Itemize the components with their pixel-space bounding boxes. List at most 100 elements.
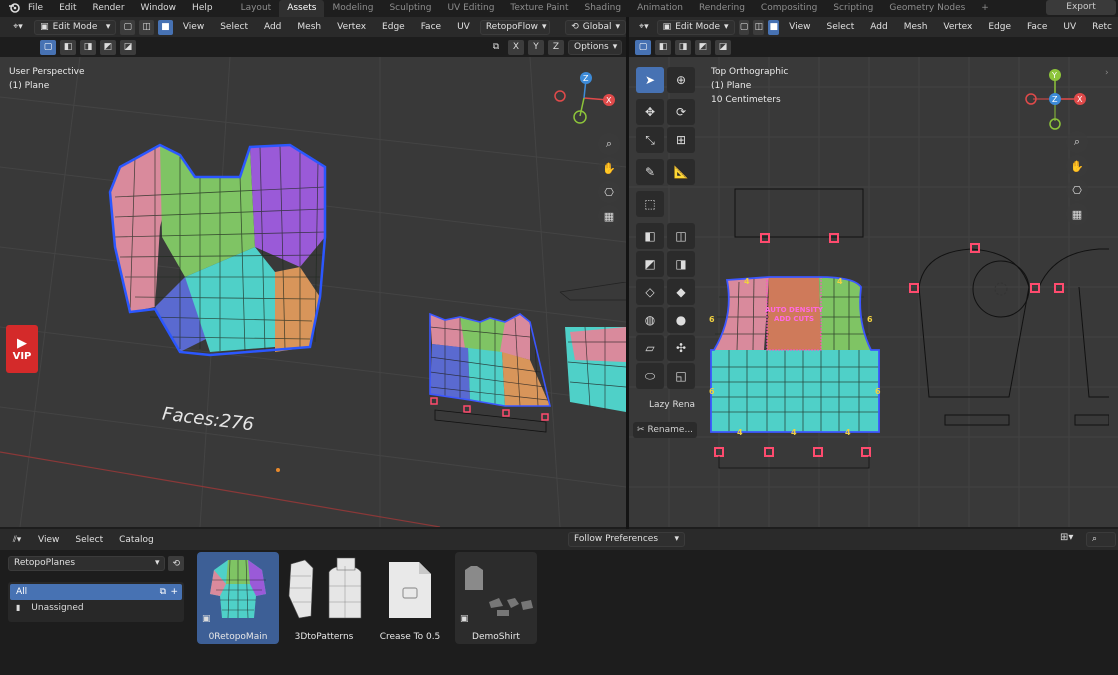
blender-logo-icon[interactable] — [8, 2, 20, 14]
asset-menu-view[interactable]: View — [32, 535, 65, 545]
tab-sculpting[interactable]: Sculpting — [381, 0, 439, 17]
left-menu-mesh[interactable]: Mesh — [291, 22, 327, 32]
refresh-library-icon[interactable]: ⟲ — [168, 556, 184, 571]
tab-rendering[interactable]: Rendering — [691, 0, 753, 17]
orientation-dropdown[interactable]: ⟲ Global ▾ — [565, 19, 627, 35]
ortho-grid-icon[interactable]: ▦ — [1066, 203, 1088, 225]
measure-tool-icon[interactable]: 📐 — [667, 159, 695, 185]
add-cube-tool-icon[interactable]: ⬚ — [636, 191, 664, 217]
tab-shading[interactable]: Shading — [577, 0, 630, 17]
retopoflow-dropdown[interactable]: RetopoFlow ▾ — [479, 19, 550, 35]
left-menu-face[interactable]: Face — [415, 22, 447, 32]
camera-icon[interactable]: ⎔ — [1066, 179, 1088, 201]
sidebar-toggle-strip[interactable]: › — [1105, 63, 1118, 223]
edge-select-icon[interactable]: ◫ — [753, 19, 765, 35]
pattern-mesh-front[interactable]: AUTO DENSITY ADD CUTS 4 6 6 4 4 6 6 4 4 — [709, 272, 884, 472]
select-invert-icon[interactable]: ◩ — [695, 39, 711, 55]
export-button[interactable]: Export — [1046, 0, 1116, 15]
select-subtract-icon[interactable]: ◨ — [675, 39, 691, 55]
shear-tool-icon[interactable]: ⬭ — [636, 363, 664, 389]
pan-hand-icon[interactable]: ✋ — [1066, 155, 1088, 177]
rotate-tool-icon[interactable]: ⟳ — [667, 99, 695, 125]
select-new-icon[interactable]: ▢ — [40, 39, 56, 55]
flat-pattern-meshes[interactable] — [420, 282, 626, 462]
edge-select-icon[interactable]: ◫ — [139, 19, 155, 35]
knife-tool-icon[interactable]: ◇ — [636, 279, 664, 305]
vertex-select-icon[interactable]: ▢ — [738, 19, 750, 35]
asset-search-field[interactable]: ⌕ — [1086, 532, 1116, 547]
shrink-fatten-tool-icon[interactable]: ✣ — [667, 335, 695, 361]
tab-animation[interactable]: Animation — [629, 0, 691, 17]
right-menu-view[interactable]: View — [783, 22, 816, 32]
tab-compositing[interactable]: Compositing — [753, 0, 825, 17]
bevel-tool-icon[interactable]: ◩ — [636, 251, 664, 277]
left-menu-view[interactable]: View — [177, 22, 210, 32]
mirror-x-button[interactable]: X — [508, 39, 524, 55]
left-menu-select[interactable]: Select — [214, 22, 254, 32]
select-subtract-icon[interactable]: ◨ — [80, 39, 96, 55]
select-invert-icon[interactable]: ◩ — [100, 39, 116, 55]
select-new-icon[interactable]: ▢ — [635, 39, 651, 55]
pan-hand-icon[interactable]: ✋ — [598, 157, 620, 179]
add-subcatalog-icon[interactable]: ⧉ — [160, 584, 166, 600]
poly-build-tool-icon[interactable]: ◆ — [667, 279, 695, 305]
smooth-tool-icon[interactable]: ● — [667, 307, 695, 333]
transform-tool-icon[interactable]: ⊞ — [667, 127, 695, 153]
asset-item[interactable]: 3DtoPatterns — [283, 552, 365, 644]
tab-uv-editing[interactable]: UV Editing — [439, 0, 502, 17]
menu-help[interactable]: Help — [184, 0, 221, 17]
loop-cut-tool-icon[interactable]: ◨ — [667, 251, 695, 277]
editor-type-icon[interactable]: ⌖▾ — [635, 20, 653, 35]
right-menu-uv[interactable]: UV — [1057, 22, 1082, 32]
face-select-icon[interactable]: ■ — [768, 19, 780, 35]
right-menu-retopoflow[interactable]: Retc — [1086, 22, 1118, 32]
right-axis-gizmo[interactable]: X Y Z — [1019, 67, 1091, 133]
zoom-icon[interactable]: ⌕ — [1066, 131, 1088, 153]
vip-badge[interactable]: ▶ VIP — [6, 325, 38, 373]
tab-modeling[interactable]: Modeling — [324, 0, 381, 17]
menu-window[interactable]: Window — [133, 0, 185, 17]
right-menu-vertex[interactable]: Vertex — [937, 22, 978, 32]
menu-render[interactable]: Render — [85, 0, 133, 17]
rename-button[interactable]: ✂ Rename... — [633, 422, 697, 438]
add-workspace-button[interactable]: + — [973, 0, 997, 17]
inset-tool-icon[interactable]: ◫ — [667, 223, 695, 249]
menu-file[interactable]: File — [20, 0, 51, 17]
right-menu-select[interactable]: Select — [821, 22, 861, 32]
vertex-select-icon[interactable]: ▢ — [120, 19, 136, 35]
left-menu-edge[interactable]: Edge — [376, 22, 411, 32]
left-viewport[interactable]: User Perspective (1) Plane ▶ VIP Faces:2… — [0, 57, 626, 527]
tab-scripting[interactable]: Scripting — [825, 0, 881, 17]
tab-assets[interactable]: Assets — [279, 0, 325, 17]
edge-slide-tool-icon[interactable]: ▱ — [636, 335, 664, 361]
right-menu-face[interactable]: Face — [1021, 22, 1053, 32]
left-menu-add[interactable]: Add — [258, 22, 287, 32]
right-viewport[interactable]: Top Orthographic (1) Plane 10 Centimeter… — [629, 57, 1118, 527]
shirt-3d-mesh[interactable] — [100, 137, 335, 367]
catalog-item-unassigned[interactable]: ▮ Unassigned — [10, 600, 182, 616]
extrude-tool-icon[interactable]: ◧ — [636, 223, 664, 249]
import-method-dropdown[interactable]: Follow Preferences ▾ — [568, 532, 685, 547]
editor-type-icon[interactable]: ⌖▾ — [6, 20, 30, 35]
left-mode-dropdown[interactable]: ▣ Edit Mode ▾ — [34, 19, 117, 35]
asset-browser-editor-icon[interactable]: ⫽▾ — [6, 532, 28, 547]
select-intersect-icon[interactable]: ◪ — [715, 39, 731, 55]
cursor-tool-icon[interactable]: ⊕ — [667, 67, 695, 93]
asset-item[interactable]: Crease To 0.5 — [369, 552, 451, 644]
select-intersect-icon[interactable]: ◪ — [120, 39, 136, 55]
tab-geometry-nodes[interactable]: Geometry Nodes — [881, 0, 973, 17]
left-axis-gizmo[interactable]: X Z — [548, 69, 620, 127]
left-menu-uv[interactable]: UV — [451, 22, 476, 32]
library-dropdown[interactable]: RetopoPlanes ▾ — [8, 556, 166, 571]
left-menu-vertex[interactable]: Vertex — [331, 22, 372, 32]
asset-item[interactable]: ▣ 0RetopoMain — [197, 552, 279, 644]
tab-layout[interactable]: Layout — [233, 0, 280, 17]
annotate-tool-icon[interactable]: ✎ — [636, 159, 664, 185]
camera-icon[interactable]: ⎔ — [598, 181, 620, 203]
zoom-icon[interactable]: ⌕ — [598, 133, 620, 155]
asset-item[interactable]: ▣ DemoShirt — [455, 552, 537, 644]
asset-menu-catalog[interactable]: Catalog — [113, 535, 160, 545]
move-tool-icon[interactable]: ✥ — [636, 99, 664, 125]
display-mode-icon[interactable]: ⊞▾ — [1060, 532, 1073, 543]
tab-texture-paint[interactable]: Texture Paint — [502, 0, 576, 17]
